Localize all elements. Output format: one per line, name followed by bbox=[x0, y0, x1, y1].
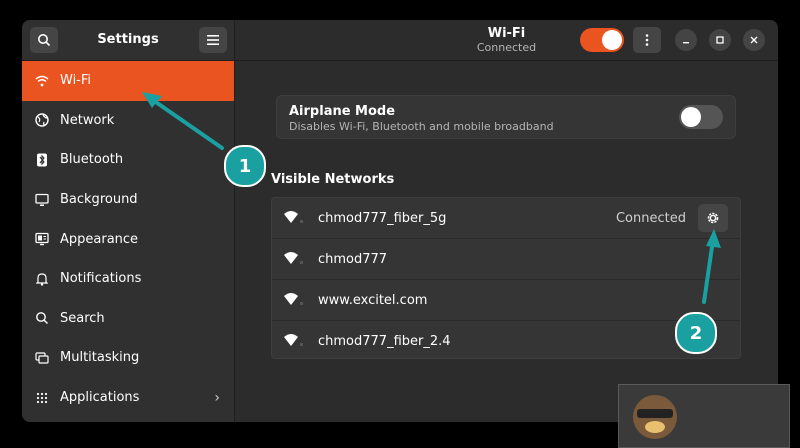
sidebar-item-appearance[interactable]: Appearance bbox=[22, 219, 234, 259]
hamburger-menu-icon bbox=[207, 35, 219, 45]
sidebar-header: Settings bbox=[22, 20, 234, 61]
minimize-button[interactable] bbox=[675, 29, 697, 51]
sidebar-nav: Wi-Fi Network Bluetooth Background Appea… bbox=[22, 61, 234, 417]
wifi-signal-icon bbox=[284, 211, 303, 223]
main-header: Wi-Fi Connected bbox=[235, 20, 778, 61]
network-settings-button[interactable] bbox=[698, 204, 728, 232]
bell-icon bbox=[34, 271, 50, 287]
sidebar-item-label: Appearance bbox=[60, 231, 139, 247]
wifi-signal-icon bbox=[284, 252, 303, 264]
network-list: chmod777_fiber_5g Connected chmod777 www… bbox=[271, 197, 741, 359]
wifi-signal-icon bbox=[284, 293, 303, 305]
network-name: chmod777_fiber_5g bbox=[318, 210, 447, 226]
annotation-badge-1: 1 bbox=[224, 145, 266, 187]
appearance-icon bbox=[34, 231, 50, 247]
bluetooth-icon bbox=[34, 152, 50, 168]
minimize-icon bbox=[683, 42, 689, 44]
sidebar-item-background[interactable]: Background bbox=[22, 180, 234, 220]
sidebar-item-bluetooth[interactable]: Bluetooth bbox=[22, 140, 234, 180]
network-globe-icon bbox=[34, 112, 50, 128]
visible-networks-title: Visible Networks bbox=[271, 172, 395, 187]
sidebar: Settings Wi-Fi Network Bluetooth Backgro… bbox=[22, 20, 235, 422]
airplane-mode-toggle[interactable] bbox=[679, 105, 723, 129]
network-row[interactable]: chmod777 bbox=[272, 239, 740, 280]
maximize-button[interactable] bbox=[709, 29, 731, 51]
sidebar-item-multitasking[interactable]: Multitasking bbox=[22, 338, 234, 378]
sidebar-item-search[interactable]: Search bbox=[22, 299, 234, 339]
sidebar-item-label: Applications bbox=[60, 390, 140, 406]
apps-grid-icon bbox=[34, 390, 50, 406]
search-icon bbox=[34, 310, 50, 326]
network-row[interactable]: www.excitel.com bbox=[272, 280, 740, 321]
maximize-icon bbox=[716, 36, 724, 44]
chevron-right-icon: › bbox=[214, 389, 220, 406]
sidebar-item-label: Network bbox=[60, 112, 115, 128]
sidebar-item-label: Search bbox=[60, 310, 105, 326]
network-name: chmod777 bbox=[318, 251, 388, 267]
airplane-mode-subtitle: Disables Wi-Fi, Bluetooth and mobile bro… bbox=[289, 120, 554, 133]
annotation-badge-2: 2 bbox=[675, 312, 717, 354]
sidebar-item-label: Notifications bbox=[60, 271, 142, 287]
sidebar-item-network[interactable]: Network bbox=[22, 101, 234, 141]
background-monitor-icon bbox=[34, 192, 50, 208]
airplane-mode-row[interactable]: Airplane Mode Disables Wi-Fi, Bluetooth … bbox=[276, 95, 736, 139]
sidebar-item-wifi[interactable]: Wi-Fi bbox=[22, 61, 234, 101]
sidebar-item-applications[interactable]: Applications › bbox=[22, 378, 234, 418]
network-name: www.excitel.com bbox=[318, 292, 428, 308]
network-row[interactable]: chmod777_fiber_2.4 bbox=[272, 321, 740, 358]
toggle-knob bbox=[681, 107, 701, 127]
sidebar-item-label: Multitasking bbox=[60, 350, 140, 366]
network-row[interactable]: chmod777_fiber_5g Connected bbox=[272, 198, 740, 239]
sidebar-item-label: Bluetooth bbox=[60, 152, 124, 168]
watermark-logo bbox=[618, 384, 790, 448]
wifi-panel: Airplane Mode Disables Wi-Fi, Bluetooth … bbox=[235, 61, 778, 422]
close-button[interactable] bbox=[743, 29, 765, 51]
more-options-button[interactable] bbox=[633, 27, 661, 53]
gear-icon bbox=[707, 212, 719, 224]
wifi-icon bbox=[34, 73, 50, 89]
sidebar-item-label: Wi-Fi bbox=[60, 73, 92, 89]
sidebar-item-label: Background bbox=[60, 192, 138, 208]
settings-window: Settings Wi-Fi Network Bluetooth Backgro… bbox=[22, 20, 778, 422]
menu-button[interactable] bbox=[199, 27, 227, 53]
penguin-mascot-icon bbox=[633, 395, 677, 439]
network-name: chmod777_fiber_2.4 bbox=[318, 333, 451, 349]
network-status: Connected bbox=[615, 210, 686, 226]
airplane-mode-title: Airplane Mode bbox=[289, 104, 396, 119]
close-icon bbox=[750, 36, 758, 44]
wifi-signal-icon bbox=[284, 334, 303, 346]
wifi-toggle[interactable] bbox=[580, 28, 624, 52]
kebab-menu-icon bbox=[645, 34, 649, 46]
multitasking-icon bbox=[34, 350, 50, 366]
sidebar-item-notifications[interactable]: Notifications bbox=[22, 259, 234, 299]
toggle-knob bbox=[602, 30, 622, 50]
